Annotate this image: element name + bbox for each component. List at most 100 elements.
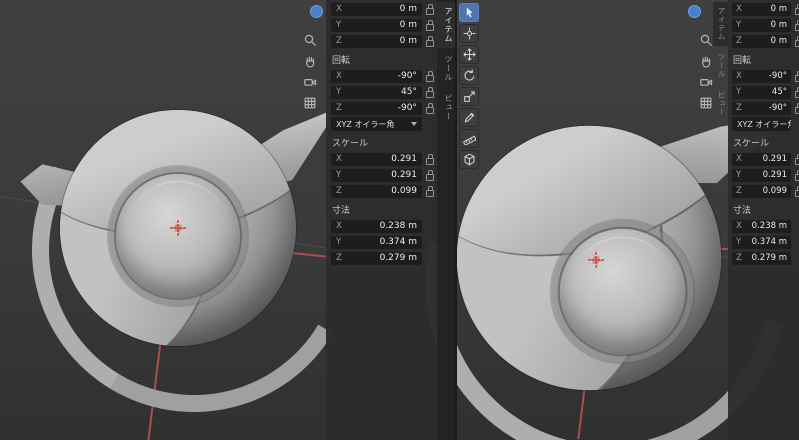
transform-sidebar-left: X 0 m Y 0 m Z 0 m 回転 X -90° Y 45° Z -90°… [326,0,437,440]
scale-y-field[interactable]: Y 0.291 [331,168,422,182]
lock-open-icon[interactable] [425,102,434,114]
select-tool-button[interactable] [459,3,479,22]
scale-x-field[interactable]: X 0.291 [331,152,422,166]
pan-hand-icon[interactable] [698,53,714,69]
lock-open-icon[interactable] [425,185,434,197]
scale-y-field[interactable]: Y 0.291 [732,168,791,182]
move-tool-button[interactable] [459,45,479,64]
tab-tool[interactable]: ツール [713,48,728,84]
position-z-row: Z 0 m [331,34,434,48]
scale-x-row: X 0.291 [331,152,434,166]
rotate-tool-button[interactable] [459,66,479,85]
tab-item[interactable]: アイテム [437,2,455,48]
lock-open-icon[interactable] [794,70,799,82]
dimensions-x-field[interactable]: X 0.238 m [331,219,422,233]
axis-label: Z [336,36,342,46]
field-value: 0.374 m [751,237,787,247]
rotation-y-field[interactable]: Y 45° [732,85,791,99]
camera-view-icon[interactable] [698,74,714,90]
scale-tool-button[interactable] [459,87,479,106]
lock-open-icon[interactable] [794,185,799,197]
dimensions-y-field[interactable]: Y 0.374 m [732,235,791,249]
editor-divider[interactable] [455,0,457,440]
zoom-icon[interactable] [698,32,714,48]
field-value: 0.291 [762,154,787,164]
dimensions-y-row: Y 0.374 m [331,235,434,249]
lock-open-icon[interactable] [425,35,434,47]
rotation-mode-value: XYZ オイラー角 [737,119,791,129]
axis-label: X [336,4,342,14]
field-value: -90° [397,71,417,81]
position-x-field[interactable]: X 0 m [331,2,422,16]
tab-item[interactable]: アイテム [713,2,728,46]
tab-view[interactable]: ビュー [437,89,455,126]
position-z-field[interactable]: Z 0 m [331,34,422,48]
rotation-y-field[interactable]: Y 45° [331,85,422,99]
lock-open-icon[interactable] [425,3,434,15]
lock-open-icon[interactable] [425,153,434,165]
rotation-mode-dropdown[interactable]: XYZ オイラー角 [331,117,422,131]
lock-open-icon[interactable] [794,86,799,98]
add-cube-tool-button[interactable] [459,150,479,169]
position-z-field[interactable]: Z 0 m [732,34,791,48]
position-y-field[interactable]: Y 0 m [331,18,422,32]
rotation-section-label: 回転 [733,56,752,66]
lock-open-icon[interactable] [425,169,434,181]
rotation-mode-dropdown[interactable]: XYZ オイラー角 [732,117,791,131]
tab-tool[interactable]: ツール [437,50,455,87]
position-z-row: Z 0 m [732,34,799,48]
lock-open-icon[interactable] [794,35,799,47]
scale-x-field[interactable]: X 0.291 [732,152,791,166]
dimensions-x-field[interactable]: X 0.238 m [732,219,791,233]
scale-z-row: Z 0.099 [732,184,799,198]
sidebar-tab-strip-left: アイテム ツール ビュー [437,0,455,440]
dimensions-section-label: 寸法 [733,206,752,216]
dimensions-z-field[interactable]: Z 0.279 m [331,251,422,265]
rotation-y-row: Y 45° [732,85,799,99]
lock-open-icon[interactable] [425,70,434,82]
rotation-x-row: X -90° [331,69,434,83]
dimensions-y-field[interactable]: Y 0.374 m [331,235,422,249]
axis-label: Z [736,186,742,196]
position-y-row: Y 0 m [331,18,434,32]
rotation-x-field[interactable]: X -90° [732,69,791,83]
lock-open-icon[interactable] [794,19,799,31]
orthographic-grid-icon[interactable] [302,95,318,111]
measure-tool-button[interactable] [459,129,479,148]
position-y-field[interactable]: Y 0 m [732,18,791,32]
rotation-z-field[interactable]: Z -90° [732,101,791,115]
lock-open-icon[interactable] [794,102,799,114]
camera-view-icon[interactable] [302,74,318,90]
navigation-gizmo-dot[interactable] [688,5,701,18]
navigation-gizmo-dot[interactable] [310,5,323,18]
scale-z-field[interactable]: Z 0.099 [732,184,791,198]
dimensions-z-field[interactable]: Z 0.279 m [732,251,791,265]
field-value: 45° [771,87,787,97]
pan-hand-icon[interactable] [302,53,318,69]
rotation-section-label: 回転 [332,56,351,66]
rotation-x-field[interactable]: X -90° [331,69,422,83]
3d-cursor [588,252,604,268]
rotation-y-row: Y 45° [331,85,434,99]
tab-view[interactable]: ビュー [713,86,728,122]
position-y-row: Y 0 m [732,18,799,32]
cursor-tool-button[interactable] [459,24,479,43]
axis-label: X [336,221,342,231]
axis-label: Z [336,253,342,263]
orthographic-grid-icon[interactable] [698,95,714,111]
rotation-z-field[interactable]: Z -90° [331,101,422,115]
rotation-z-row: Z -90° [331,101,434,115]
lock-open-icon[interactable] [794,153,799,165]
axis-label: Y [336,87,342,97]
lock-open-icon[interactable] [425,86,434,98]
zoom-icon[interactable] [302,32,318,48]
axis-label: X [736,4,742,14]
lock-open-icon[interactable] [794,3,799,15]
lock-open-icon[interactable] [425,19,434,31]
annotate-tool-button[interactable] [459,108,479,127]
lock-open-icon[interactable] [794,169,799,181]
scale-z-field[interactable]: Z 0.099 [331,184,422,198]
field-value: 0.238 m [751,221,787,231]
position-x-field[interactable]: X 0 m [732,2,791,16]
sidebar-tab-strip-right: アイテム ツール ビュー [713,0,728,440]
